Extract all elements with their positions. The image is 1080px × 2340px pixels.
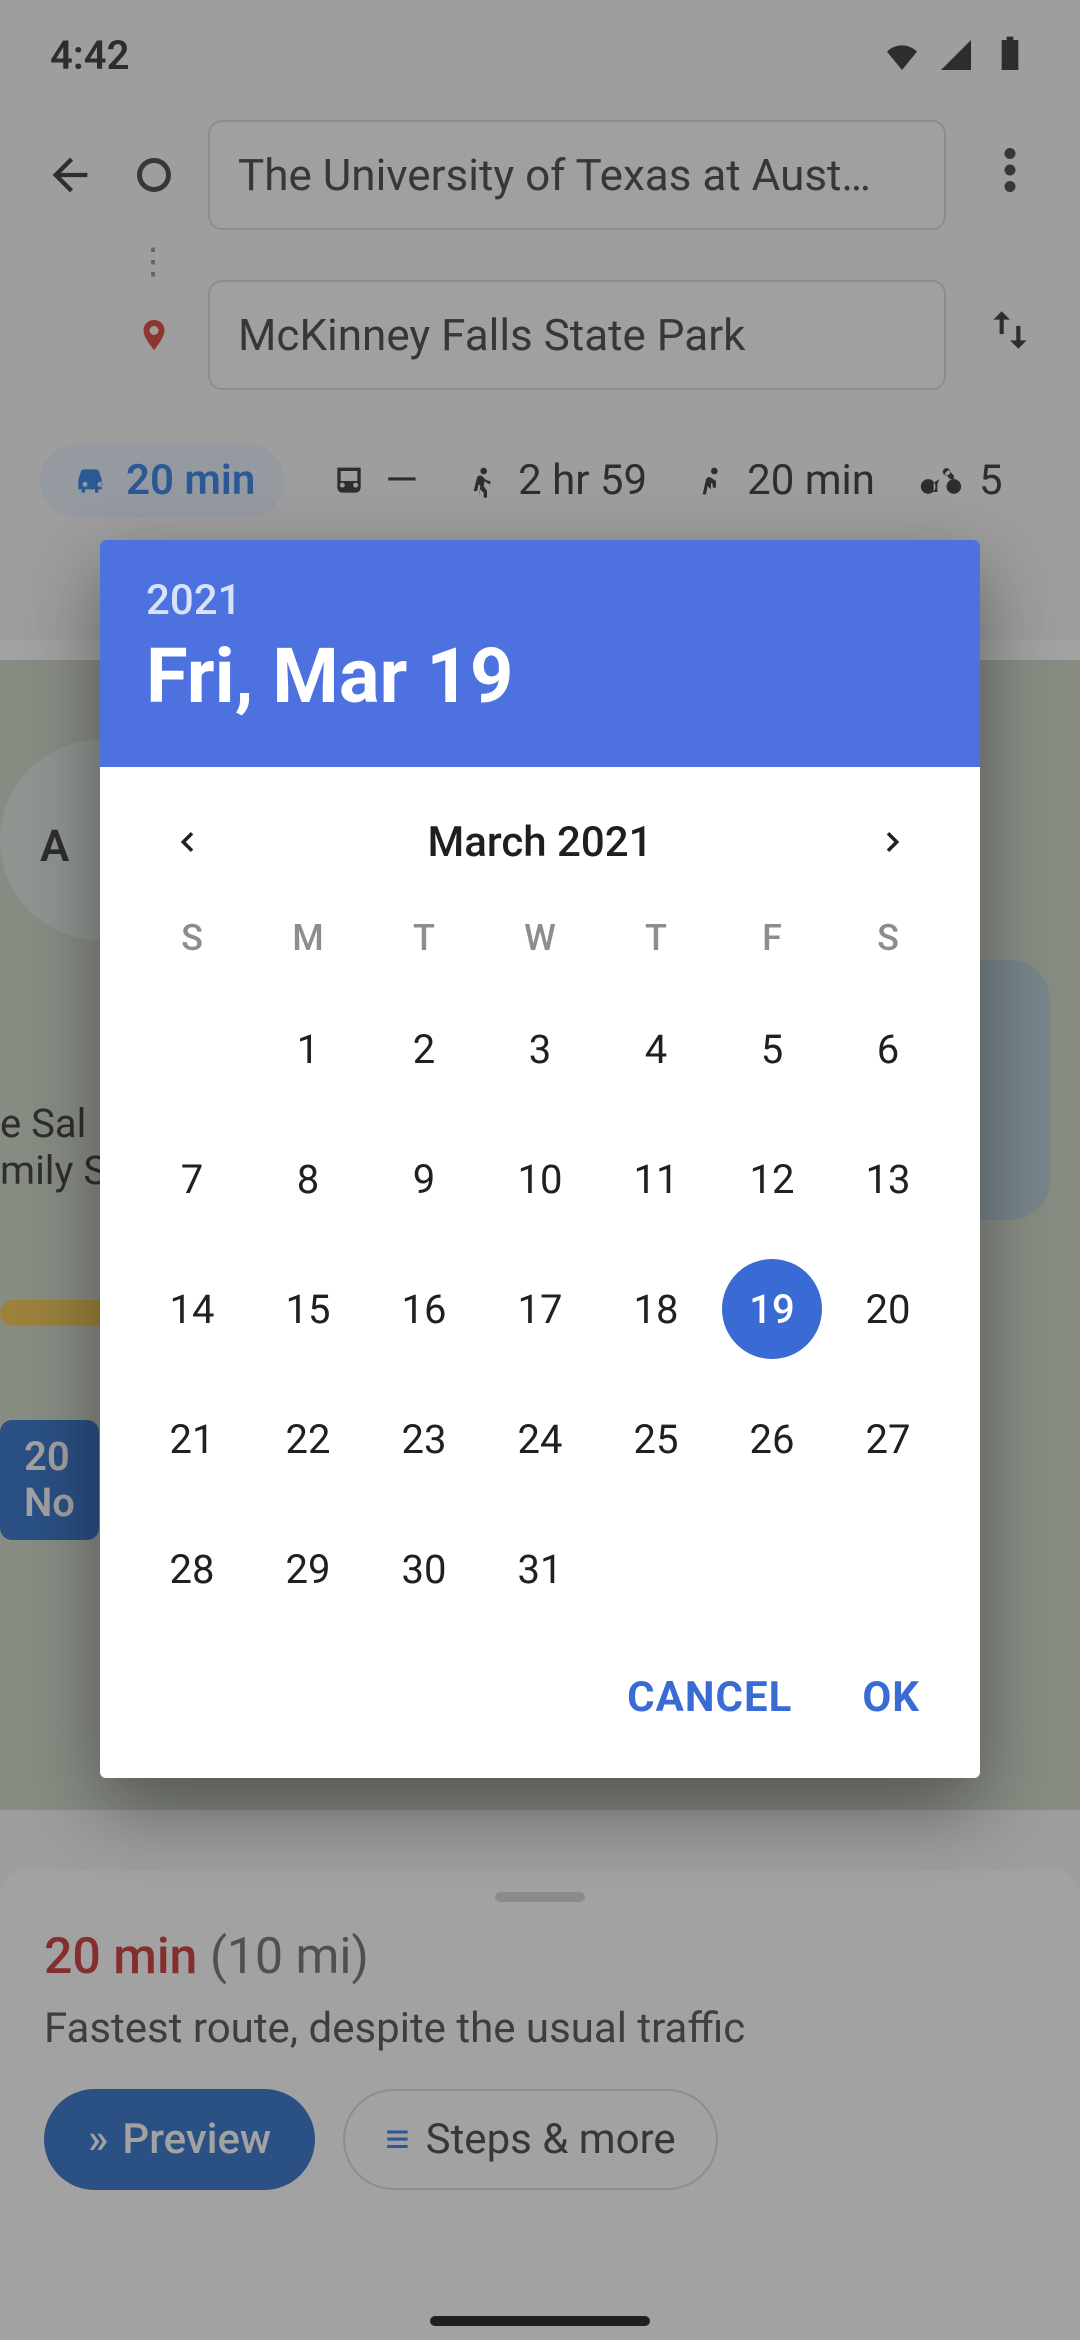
calendar-day[interactable]: 17 bbox=[490, 1259, 590, 1359]
calendar-day[interactable]: 7 bbox=[142, 1129, 242, 1229]
weekday-label: T bbox=[366, 917, 482, 969]
weekday-label: S bbox=[830, 917, 946, 969]
calendar-day[interactable]: 12 bbox=[722, 1129, 822, 1229]
date-picker-dialog: 2021 Fri, Mar 19 March 2021 SMTWTFS12345… bbox=[100, 540, 980, 1778]
calendar-day[interactable]: 8 bbox=[258, 1129, 358, 1229]
next-month-button[interactable] bbox=[858, 807, 928, 877]
chevron-right-icon bbox=[878, 827, 908, 857]
calendar-day[interactable]: 13 bbox=[838, 1129, 938, 1229]
calendar-day[interactable]: 3 bbox=[490, 999, 590, 1099]
calendar-day[interactable]: 9 bbox=[374, 1129, 474, 1229]
calendar-day[interactable]: 1 bbox=[258, 999, 358, 1099]
calendar-day[interactable]: 23 bbox=[374, 1389, 474, 1489]
ok-button[interactable]: OK bbox=[852, 1657, 930, 1738]
calendar-day[interactable]: 4 bbox=[606, 999, 706, 1099]
dialog-actions: CANCEL OK bbox=[100, 1627, 980, 1778]
month-navigation: March 2021 bbox=[134, 807, 946, 877]
calendar-day[interactable]: 14 bbox=[142, 1259, 242, 1359]
calendar-day[interactable]: 11 bbox=[606, 1129, 706, 1229]
weekday-label: W bbox=[482, 917, 598, 969]
calendar-day[interactable]: 2 bbox=[374, 999, 474, 1099]
calendar-day[interactable]: 18 bbox=[606, 1259, 706, 1359]
weekday-label: S bbox=[134, 917, 250, 969]
calendar-day[interactable]: 19 bbox=[722, 1259, 822, 1359]
month-title: March 2021 bbox=[427, 818, 652, 867]
calendar-day[interactable]: 27 bbox=[838, 1389, 938, 1489]
calendar-day[interactable]: 25 bbox=[606, 1389, 706, 1489]
weekday-label: F bbox=[714, 917, 830, 969]
calendar-day[interactable]: 5 bbox=[722, 999, 822, 1099]
weekday-label: M bbox=[250, 917, 366, 969]
calendar-day[interactable]: 26 bbox=[722, 1389, 822, 1489]
calendar-day[interactable]: 10 bbox=[490, 1129, 590, 1229]
calendar-grid: SMTWTFS123456789101112131415161718192021… bbox=[134, 917, 946, 1619]
date-picker-year[interactable]: 2021 bbox=[146, 576, 934, 625]
calendar-day[interactable]: 28 bbox=[142, 1519, 242, 1619]
cancel-button[interactable]: CANCEL bbox=[617, 1657, 802, 1738]
calendar-day[interactable]: 21 bbox=[142, 1389, 242, 1489]
calendar-day[interactable]: 29 bbox=[258, 1519, 358, 1619]
calendar-day[interactable]: 15 bbox=[258, 1259, 358, 1359]
prev-month-button[interactable] bbox=[152, 807, 222, 877]
calendar-day[interactable]: 30 bbox=[374, 1519, 474, 1619]
calendar-day[interactable]: 31 bbox=[490, 1519, 590, 1619]
calendar-day[interactable]: 22 bbox=[258, 1389, 358, 1489]
calendar-day[interactable]: 6 bbox=[838, 999, 938, 1099]
date-picker-header: 2021 Fri, Mar 19 bbox=[100, 540, 980, 767]
calendar-day[interactable]: 16 bbox=[374, 1259, 474, 1359]
calendar-day[interactable]: 20 bbox=[838, 1259, 938, 1359]
date-picker-selected-date[interactable]: Fri, Mar 19 bbox=[146, 631, 934, 721]
weekday-label: T bbox=[598, 917, 714, 969]
calendar-day[interactable]: 24 bbox=[490, 1389, 590, 1489]
gesture-bar[interactable] bbox=[430, 2316, 650, 2326]
chevron-left-icon bbox=[172, 827, 202, 857]
